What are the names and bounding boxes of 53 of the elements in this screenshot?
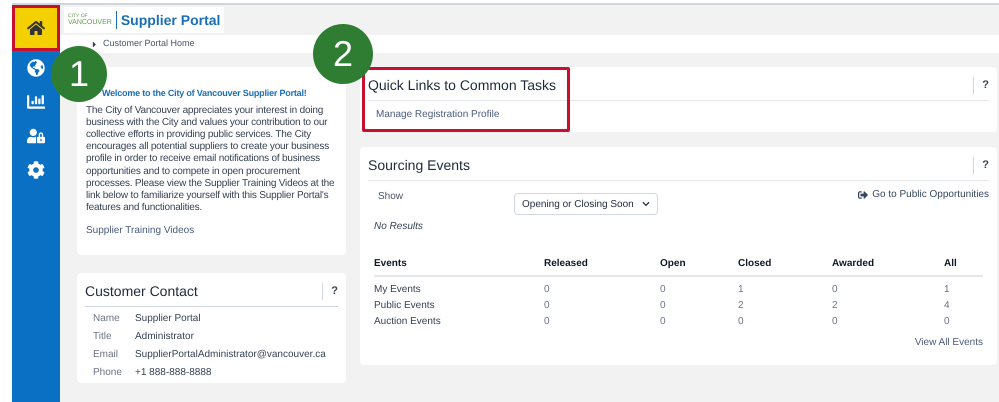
- field-value: Administrator: [135, 330, 194, 344]
- card-title: Customer Contact: [85, 282, 198, 301]
- table-cell-text: 0: [944, 314, 951, 328]
- training-videos-link[interactable]: Supplier Training Videos: [86, 223, 337, 238]
- table-cell-text: Public Events: [374, 298, 436, 312]
- card-title: Sourcing Events: [368, 156, 470, 175]
- column-header: All: [944, 257, 958, 271]
- field-value: Supplier Portal: [135, 312, 201, 326]
- table-cell-text: 1: [944, 282, 951, 296]
- help-link[interactable]: ?: [982, 157, 989, 174]
- exit-icon: [858, 190, 868, 200]
- table-cell-text: 0: [660, 298, 667, 312]
- table-cell-text: 0: [832, 314, 839, 328]
- show-label: Show: [377, 190, 404, 204]
- settings-icon: [27, 161, 45, 179]
- show-dropdown[interactable]: Opening or Closing Soon: [514, 193, 658, 215]
- welcome-text: The City of Vancouver appreciates your interest in doing business with the City and values your contribution to our collective efforts in providing public services. The City encourages all potential suppliers to create your business profile in order to receive email notifications of business opportunities and to compete in open procurement processes. Please view the Supplier Training Videos at the link below to familiarize yourself with this Supplier Portal's features and functionalities.: [86, 104, 336, 214]
- field-label: Phone: [93, 366, 123, 380]
- no-results-text: No Results: [373, 220, 424, 234]
- table-cell-text: 0: [660, 314, 667, 328]
- field-label: Name: [93, 312, 121, 326]
- view-all-events-link[interactable]: View All Events: [914, 335, 983, 350]
- field-label: Email: [93, 348, 120, 362]
- help-link[interactable]: ?: [331, 283, 338, 300]
- field-value: +1 888-888-8888: [135, 366, 212, 380]
- field-label: Title: [93, 330, 113, 344]
- registration-profile-link[interactable]: Manage Registration Profile: [368, 107, 989, 122]
- column-header: Closed: [738, 257, 772, 271]
- help-link[interactable]: ?: [982, 77, 989, 94]
- sidebar-item[interactable]: [12, 5, 60, 51]
- table-cell-text: 0: [544, 314, 551, 328]
- table-cell-text: 2: [832, 298, 839, 312]
- column-header: Awarded: [832, 257, 876, 271]
- column-header: Events: [374, 257, 408, 271]
- table-cell-text: 0: [544, 282, 551, 296]
- field-value: SupplierPortalAdministrator@vancouver.ca: [135, 348, 326, 362]
- column-header: Released: [544, 257, 589, 271]
- table-cell-text: 0: [738, 314, 745, 328]
- table-cell-text: 1: [738, 282, 745, 296]
- table-cell-text: 4: [944, 298, 951, 312]
- table-cell-text: 0: [832, 282, 839, 296]
- home-icon: [27, 19, 45, 37]
- public-opportunities-link[interactable]: Go to Public Opportunities: [858, 187, 989, 202]
- bar-chart-icon: [27, 93, 45, 111]
- portal-title: Supplier Portal: [120, 10, 220, 30]
- chevron-icon: [642, 200, 650, 208]
- table-cell-text: 0: [660, 282, 667, 296]
- column-header: Open: [660, 257, 687, 271]
- table-cell-text: My Events: [374, 282, 422, 296]
- table-cell-text: 0: [544, 298, 551, 312]
- table-cell-text: 2: [738, 298, 745, 312]
- table-cell-text: Auction Events: [374, 314, 442, 328]
- globe-icon: [27, 59, 45, 77]
